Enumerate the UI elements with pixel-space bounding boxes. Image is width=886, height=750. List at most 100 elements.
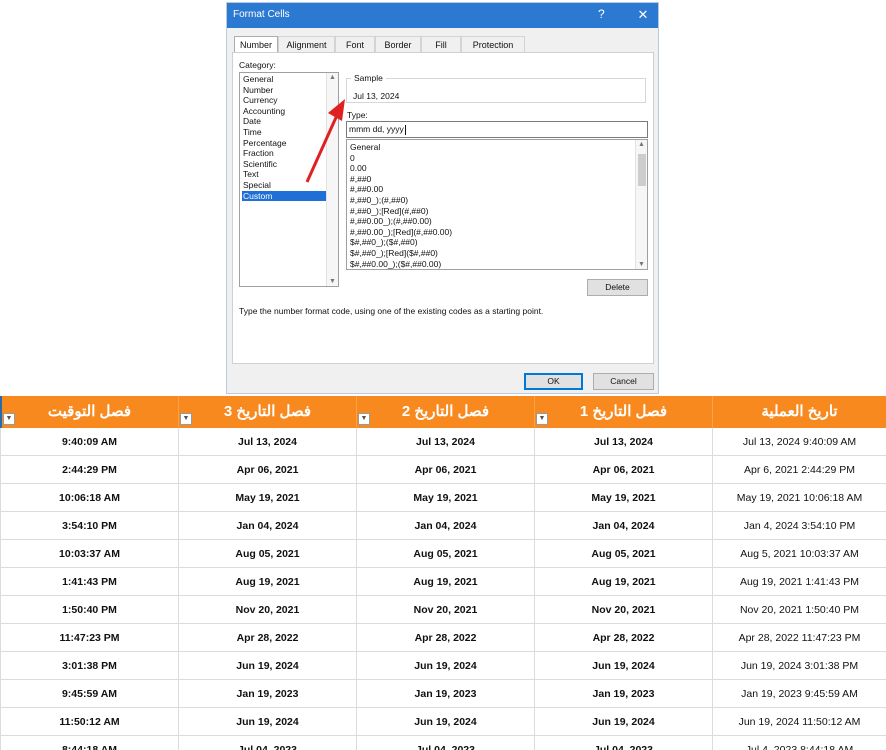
table-cell[interactable]: 3:54:10 PM	[0, 512, 178, 540]
table-cell[interactable]: Apr 28, 2022	[356, 624, 534, 652]
table-cell[interactable]: Jul 04, 2023	[534, 736, 712, 750]
scroll-up-icon[interactable]: ▲	[636, 141, 647, 148]
table-cell[interactable]: 11:50:12 AM	[0, 708, 178, 736]
table-cell[interactable]: Aug 19, 2021 1:41:43 PM	[712, 568, 886, 596]
table-cell[interactable]: May 19, 2021 10:06:18 AM	[712, 484, 886, 512]
close-icon[interactable]: ✕	[632, 5, 654, 25]
format-item[interactable]: $#,##0.00_);($#,##0.00)	[350, 259, 630, 269]
table-cell[interactable]: 11:47:23 PM	[0, 624, 178, 652]
filter-dropdown-icon[interactable]: ▼	[358, 413, 370, 425]
format-item[interactable]: #,##0	[350, 174, 630, 185]
table-cell[interactable]: Jul 13, 2024	[534, 428, 712, 456]
table-cell[interactable]: Jun 19, 2024	[178, 652, 356, 680]
table-cell[interactable]: Jun 19, 2024	[356, 708, 534, 736]
tab-border[interactable]: Border	[375, 36, 421, 52]
tab-font[interactable]: Font	[335, 36, 375, 52]
table-cell[interactable]: Apr 06, 2021	[534, 456, 712, 484]
table-cell[interactable]: Jun 19, 2024 3:01:38 PM	[712, 652, 886, 680]
category-item-fraction[interactable]: Fraction	[242, 148, 326, 159]
table-cell[interactable]: 9:40:09 AM	[0, 428, 178, 456]
help-icon[interactable]: ?	[598, 7, 605, 21]
table-cell[interactable]: Jan 19, 2023	[356, 680, 534, 708]
type-input[interactable]: mmm dd, yyyy	[346, 121, 648, 138]
table-cell[interactable]: 2:44:29 PM	[0, 456, 178, 484]
header-transaction-date[interactable]: تاريخ العملية	[712, 396, 886, 428]
table-cell[interactable]: Jun 19, 2024	[534, 708, 712, 736]
table-cell[interactable]: 10:03:37 AM	[0, 540, 178, 568]
format-item[interactable]: #,##0.00_);(#,##0.00)	[350, 216, 630, 227]
category-scrollbar[interactable]: ▲ ▼	[326, 73, 338, 286]
table-cell[interactable]: Apr 06, 2021	[178, 456, 356, 484]
table-cell[interactable]: Jun 19, 2024 11:50:12 AM	[712, 708, 886, 736]
scroll-up-icon[interactable]: ▲	[327, 74, 338, 81]
table-cell[interactable]: Jul 13, 2024 9:40:09 AM	[712, 428, 886, 456]
tab-fill[interactable]: Fill	[421, 36, 461, 52]
category-item-accounting[interactable]: Accounting	[242, 106, 326, 117]
table-cell[interactable]: Jul 04, 2023	[356, 736, 534, 750]
table-cell[interactable]: May 19, 2021	[356, 484, 534, 512]
table-cell[interactable]: Nov 20, 2021	[534, 596, 712, 624]
table-cell[interactable]: Jun 19, 2024	[534, 652, 712, 680]
table-cell[interactable]: 1:41:43 PM	[0, 568, 178, 596]
category-item-percentage[interactable]: Percentage	[242, 138, 326, 149]
category-item-scientific[interactable]: Scientific	[242, 159, 326, 170]
table-cell[interactable]: 3:01:38 PM	[0, 652, 178, 680]
format-item[interactable]: $#,##0_);($#,##0)	[350, 237, 630, 248]
table-cell[interactable]: Jan 04, 2024	[356, 512, 534, 540]
table-cell[interactable]: Aug 5, 2021 10:03:37 AM	[712, 540, 886, 568]
format-item[interactable]: 0	[350, 153, 630, 164]
format-item[interactable]: $#,##0_);[Red]($#,##0)	[350, 248, 630, 259]
category-item-special[interactable]: Special	[242, 180, 326, 191]
table-cell[interactable]: Apr 6, 2021 2:44:29 PM	[712, 456, 886, 484]
header-date-split-1[interactable]: فصل التاريخ 1	[534, 396, 712, 428]
table-cell[interactable]: 8:44:18 AM	[0, 736, 178, 750]
delete-button[interactable]: Delete	[587, 279, 648, 296]
category-item-custom[interactable]: Custom	[242, 190, 326, 202]
table-cell[interactable]: Aug 19, 2021	[534, 568, 712, 596]
table-cell[interactable]: Nov 20, 2021	[356, 596, 534, 624]
table-cell[interactable]: Aug 19, 2021	[178, 568, 356, 596]
format-item[interactable]: #,##0.00	[350, 184, 630, 195]
tab-protection[interactable]: Protection	[461, 36, 525, 52]
format-code-list[interactable]: General 0 0.00 #,##0 #,##0.00 #,##0_);(#…	[346, 139, 648, 270]
format-item[interactable]: 0.00	[350, 163, 630, 174]
table-cell[interactable]: Jul 04, 2023	[178, 736, 356, 750]
header-time-split[interactable]: فصل التوقيت	[0, 396, 178, 428]
filter-dropdown-icon[interactable]: ▼	[180, 413, 192, 425]
filter-dropdown-icon[interactable]: ▼	[536, 413, 548, 425]
category-item-currency[interactable]: Currency	[242, 95, 326, 106]
table-cell[interactable]: Jul 4, 2023 8:44:18 AM	[712, 736, 886, 750]
table-cell[interactable]: Jan 19, 2023 9:45:59 AM	[712, 680, 886, 708]
tab-alignment[interactable]: Alignment	[278, 36, 335, 52]
table-cell[interactable]: May 19, 2021	[178, 484, 356, 512]
table-cell[interactable]: Aug 05, 2021	[178, 540, 356, 568]
category-list[interactable]: General Number Currency Accounting Date …	[239, 72, 339, 287]
category-item-date[interactable]: Date	[242, 116, 326, 127]
format-item[interactable]: General	[350, 142, 630, 153]
table-cell[interactable]: Apr 28, 2022	[534, 624, 712, 652]
table-cell[interactable]: Jul 13, 2024	[178, 428, 356, 456]
table-cell[interactable]: Nov 20, 2021	[178, 596, 356, 624]
format-scrollbar[interactable]: ▲ ▼	[635, 140, 647, 269]
format-item[interactable]: #,##0.00_);[Red](#,##0.00)	[350, 227, 630, 238]
scroll-down-icon[interactable]: ▼	[636, 261, 647, 268]
format-item[interactable]: #,##0_);[Red](#,##0)	[350, 206, 630, 217]
scroll-down-icon[interactable]: ▼	[327, 278, 338, 285]
format-item[interactable]: #,##0_);(#,##0)	[350, 195, 630, 206]
table-cell[interactable]: Jan 19, 2023	[534, 680, 712, 708]
table-cell[interactable]: Nov 20, 2021 1:50:40 PM	[712, 596, 886, 624]
table-cell[interactable]: Aug 05, 2021	[534, 540, 712, 568]
table-cell[interactable]: Aug 05, 2021	[356, 540, 534, 568]
table-cell[interactable]: Jul 13, 2024	[356, 428, 534, 456]
table-cell[interactable]: Aug 19, 2021	[356, 568, 534, 596]
header-date-split-3[interactable]: فصل التاريخ 3	[178, 396, 356, 428]
table-cell[interactable]: 9:45:59 AM	[0, 680, 178, 708]
table-cell[interactable]: Jun 19, 2024	[178, 708, 356, 736]
filter-dropdown-icon[interactable]: ▼	[3, 413, 15, 425]
tab-number[interactable]: Number	[234, 36, 278, 53]
table-cell[interactable]: 10:06:18 AM	[0, 484, 178, 512]
table-cell[interactable]: May 19, 2021	[534, 484, 712, 512]
table-cell[interactable]: Apr 28, 2022	[178, 624, 356, 652]
table-cell[interactable]: 1:50:40 PM	[0, 596, 178, 624]
scroll-thumb[interactable]	[638, 154, 646, 186]
